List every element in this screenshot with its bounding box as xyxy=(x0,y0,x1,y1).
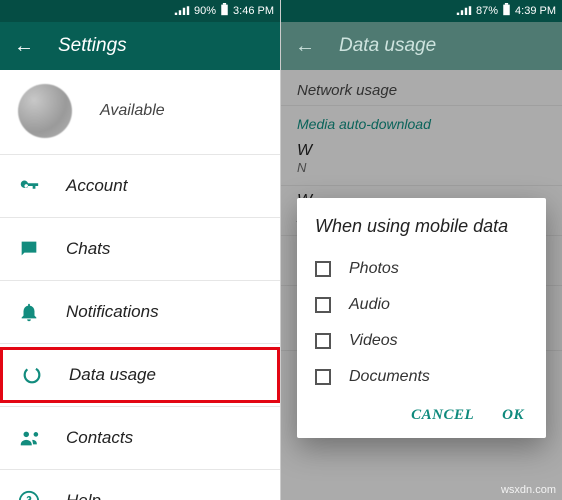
divider xyxy=(0,280,280,281)
menu-item-contacts[interactable]: Contacts xyxy=(0,413,280,463)
settings-content: Available Account Chats Notifications Data … xyxy=(0,70,280,500)
watermark: wsxdn.com xyxy=(501,484,556,496)
menu-item-label: Account xyxy=(66,176,127,196)
dialog-option-audio[interactable]: Audio xyxy=(315,287,528,323)
menu-item-label: Help xyxy=(66,491,101,500)
dialog-option-label: Documents xyxy=(349,368,430,386)
menu-item-data-usage[interactable]: Data usage xyxy=(0,347,280,403)
data-icon xyxy=(21,364,43,386)
phone-data-usage: 87% 4:39 PM ← Data usage Network usage M… xyxy=(281,0,562,500)
profile-row[interactable]: Available xyxy=(0,70,280,148)
divider xyxy=(0,217,280,218)
cancel-button[interactable]: CANCEL xyxy=(411,407,474,424)
menu-item-label: Chats xyxy=(66,239,110,259)
phone-settings: 90% 3:46 PM ← Settings Available Account… xyxy=(0,0,281,500)
dialog-option-label: Audio xyxy=(349,296,390,314)
menu-item-notifications[interactable]: Notifications xyxy=(0,287,280,337)
back-icon[interactable]: ← xyxy=(14,35,34,58)
checkbox[interactable] xyxy=(315,333,331,349)
battery-icon xyxy=(502,3,511,19)
dialog-option-photos[interactable]: Photos xyxy=(315,251,528,287)
menu-item-account[interactable]: Account xyxy=(0,161,280,211)
signal-icon xyxy=(456,6,472,16)
avatar[interactable] xyxy=(18,84,72,138)
menu-item-label: Data usage xyxy=(69,365,156,385)
dialog-option-videos[interactable]: Videos xyxy=(315,323,528,359)
battery-icon xyxy=(220,3,229,19)
status-time: 4:39 PM xyxy=(515,5,556,17)
status-bar: 87% 4:39 PM xyxy=(281,0,562,22)
dialog-option-label: Photos xyxy=(349,260,399,278)
divider xyxy=(0,469,280,470)
header: ← Data usage xyxy=(281,22,562,70)
status-bar: 90% 3:46 PM xyxy=(0,0,280,22)
menu-item-chats[interactable]: Chats xyxy=(0,224,280,274)
signal-icon xyxy=(174,6,190,16)
menu-item-help[interactable]: Help xyxy=(0,476,280,500)
key-icon xyxy=(18,175,40,197)
mobile-data-dialog: When using mobile data Photos Audio Videos… xyxy=(297,198,546,438)
chat-icon xyxy=(18,238,40,260)
checkbox[interactable] xyxy=(315,297,331,313)
checkbox[interactable] xyxy=(315,261,331,277)
help-icon xyxy=(18,490,40,500)
checkbox[interactable] xyxy=(315,369,331,385)
contacts-icon xyxy=(18,427,40,449)
divider xyxy=(0,154,280,155)
battery-pct: 90% xyxy=(194,5,216,17)
ok-button[interactable]: OK xyxy=(502,407,524,424)
dialog-option-documents[interactable]: Documents xyxy=(315,359,528,395)
back-icon[interactable]: ← xyxy=(295,35,315,58)
divider xyxy=(0,406,280,407)
menu-item-label: Notifications xyxy=(66,302,159,322)
status-time: 3:46 PM xyxy=(233,5,274,17)
dialog-option-label: Videos xyxy=(349,332,398,350)
header-title: Settings xyxy=(58,35,127,57)
bell-icon xyxy=(18,301,40,323)
menu-item-label: Contacts xyxy=(66,428,133,448)
dialog-actions: CANCEL OK xyxy=(315,395,528,428)
header-title: Data usage xyxy=(339,35,436,57)
dialog-title: When using mobile data xyxy=(315,216,528,237)
profile-status: Available xyxy=(100,102,165,120)
divider xyxy=(0,343,280,344)
header: ← Settings xyxy=(0,22,280,70)
battery-pct: 87% xyxy=(476,5,498,17)
data-usage-content: Network usage Media auto-download W N W … xyxy=(281,70,562,500)
